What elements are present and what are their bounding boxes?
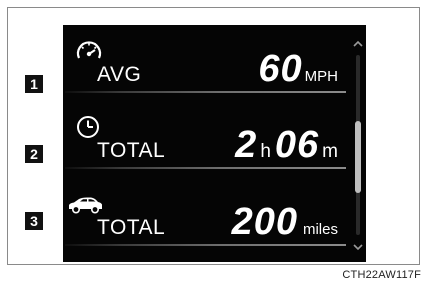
total-distance-row[interactable]: TOTAL 200 miles	[63, 182, 346, 252]
speedometer-icon	[76, 41, 102, 59]
row-divider	[65, 244, 346, 246]
total-distance-unit: miles	[302, 221, 338, 238]
chevron-up-icon[interactable]	[352, 39, 364, 49]
average-speed-unit: MPH	[304, 68, 338, 85]
total-time-hours: 2	[235, 124, 258, 166]
scrollbar[interactable]	[350, 25, 366, 262]
total-distance-value: 200	[231, 201, 298, 243]
chevron-down-icon[interactable]	[352, 242, 364, 252]
average-speed-value: 60	[258, 48, 303, 90]
total-distance-value-group: 200 miles	[232, 203, 338, 241]
clock-icon	[77, 116, 99, 138]
row-divider	[65, 167, 346, 169]
callout-badge-1: 1	[25, 75, 43, 93]
total-time-row[interactable]: TOTAL 2 h 06 m	[63, 105, 346, 175]
average-speed-value-group: 60 MPH	[258, 50, 338, 88]
callout-badge-2: 2	[25, 145, 43, 163]
total-time-minutes: 06	[274, 124, 320, 166]
row-divider	[65, 91, 346, 93]
total-time-value-group: 2 h 06 m	[235, 126, 338, 164]
figure-code-caption: CTH22AW117F	[342, 269, 421, 281]
average-speed-label: AVG	[97, 63, 142, 86]
callout-badge-3: 3	[25, 212, 43, 230]
average-speed-row[interactable]: AVG 60 MPH	[63, 29, 346, 99]
total-time-hours-unit: h	[260, 141, 271, 162]
scrollbar-thumb[interactable]	[355, 121, 361, 193]
total-distance-label: TOTAL	[97, 216, 166, 239]
car-icon	[69, 197, 102, 214]
total-time-label: TOTAL	[97, 139, 166, 162]
total-time-minutes-unit: m	[322, 141, 338, 162]
multi-info-display: AVG 60 MPH TOTAL 2 h 06 m TOTAL 200 mile…	[63, 25, 366, 262]
